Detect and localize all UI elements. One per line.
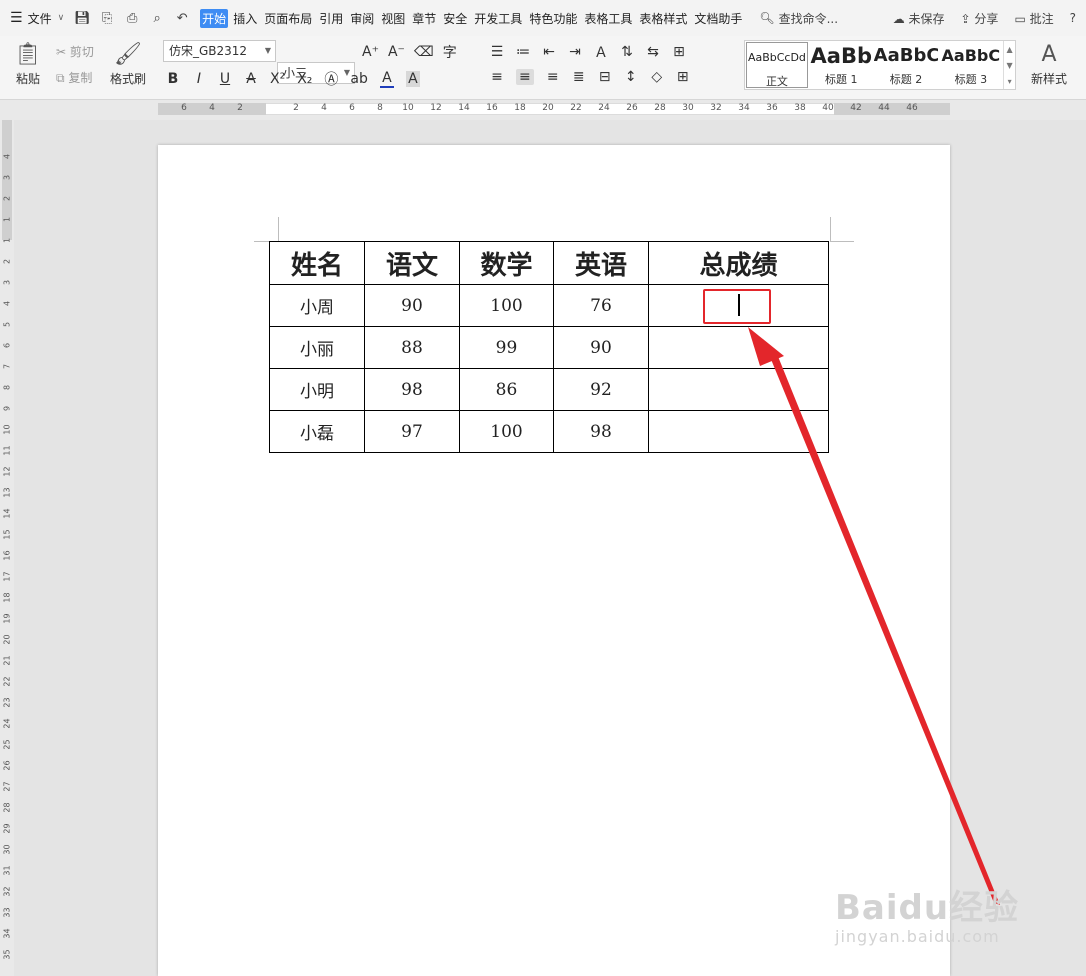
watermark-url: jingyan.baidu.com [835,927,1000,946]
arrow-shaft [768,349,1000,905]
watermark-logo-text: Baidu经验 [835,888,1020,928]
watermark: Baidu经验 jingyan.baidu.com [835,880,1019,946]
annotation-arrow [748,327,1000,905]
